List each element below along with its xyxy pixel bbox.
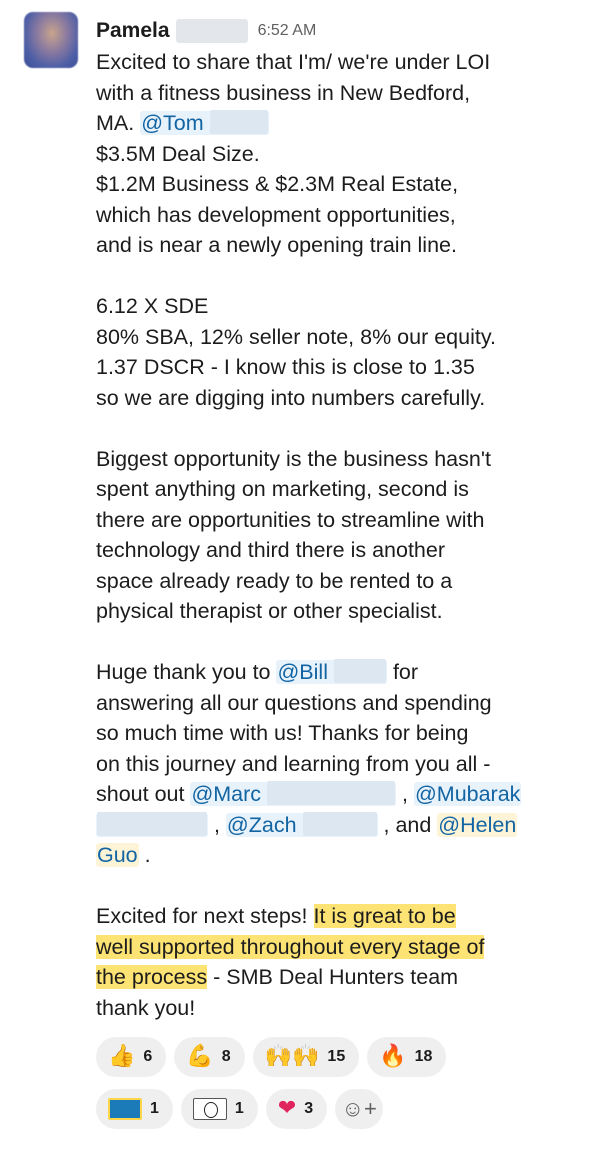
line-text: Huge thank you to bbox=[96, 660, 277, 684]
reaction-count: 3 bbox=[304, 1100, 314, 1117]
mention-tom[interactable]: @Tom bbox=[140, 110, 269, 135]
highlighted-text: well supported throughout every stage of bbox=[96, 934, 485, 959]
message-line: Biggest opportunity is the business hasn… bbox=[96, 446, 491, 471]
reaction-count: 6 bbox=[143, 1048, 153, 1065]
reaction-red-heart[interactable]: ❤ 3 bbox=[265, 1089, 328, 1129]
reaction-raised-hands[interactable]: 🙌🙌 15 bbox=[252, 1037, 360, 1077]
message-line: so we are digging into numbers carefully… bbox=[96, 385, 486, 410]
add-reaction-icon: ☺+ bbox=[341, 1096, 377, 1121]
message-line: 80% SBA, 12% seller note, 8% our equity. bbox=[96, 324, 496, 349]
line-text: , and bbox=[377, 812, 438, 837]
message-line: there are opportunities to streamline wi… bbox=[96, 507, 485, 532]
cartoon-sticker-icon bbox=[192, 1098, 227, 1120]
mention-label: @Marc bbox=[191, 782, 262, 806]
redacted-name bbox=[97, 811, 207, 836]
red-heart-icon: ❤ bbox=[277, 1096, 297, 1121]
mention-label: @Tom bbox=[141, 111, 204, 135]
mention-zach[interactable]: @Zach bbox=[225, 811, 378, 837]
message-line: Excited to share that I'm/ we're under L… bbox=[96, 50, 491, 74]
message-line: shout out @Marc , @Mubarak bbox=[96, 779, 576, 810]
timestamp[interactable]: 6:52 AM bbox=[258, 22, 317, 40]
reactions-bar: 👍 6 💪 8 🙌🙌 15 🔥 18 1 1 ❤ 3 ☺+ bbox=[96, 1037, 576, 1141]
message-line: 1.37 DSCR - I know this is close to 1.35 bbox=[96, 355, 475, 379]
message-line: Excited for next steps! It is great to b… bbox=[96, 901, 576, 932]
raised-hands-icon: 🙌🙌 bbox=[264, 1044, 320, 1069]
mention-mubarak-cont[interactable] bbox=[96, 811, 208, 837]
redacted-surname bbox=[175, 19, 248, 43]
redacted-name bbox=[209, 110, 268, 134]
flexed-biceps-icon: 💪 bbox=[186, 1044, 214, 1069]
message-line: , @Zach , and @Helen bbox=[96, 810, 576, 841]
message-line: which has development opportunities, bbox=[96, 202, 456, 227]
message-line: answering all our questions and spending bbox=[96, 690, 492, 715]
line-text: , bbox=[208, 812, 226, 837]
author-name[interactable]: Pamela bbox=[96, 19, 170, 43]
message-line: Guo . bbox=[96, 840, 576, 871]
mention-helen[interactable]: @Helen bbox=[437, 812, 518, 837]
highlighted-text: the process bbox=[96, 965, 208, 989]
reaction-thumbs-up[interactable]: 👍 6 bbox=[96, 1037, 167, 1077]
line-text: . bbox=[138, 843, 151, 867]
mention-marc[interactable]: @Marc bbox=[190, 781, 397, 806]
redacted-name bbox=[302, 811, 377, 836]
reaction-count: 18 bbox=[414, 1048, 433, 1065]
message-line: so much time with us! Thanks for being bbox=[96, 721, 469, 745]
redacted-name bbox=[267, 781, 396, 805]
line-text: - SMB Deal Hunters team bbox=[207, 965, 459, 989]
message-body: Excited to share that I'm/ we're under L… bbox=[96, 47, 576, 1023]
reactions-row: 1 1 ❤ 3 ☺+ bbox=[96, 1089, 576, 1129]
mention-helen-cont[interactable]: Guo bbox=[96, 843, 139, 867]
message-line: on this journey and learning from you al… bbox=[96, 751, 491, 776]
message-line: Huge thank you to @Bill for bbox=[96, 657, 576, 688]
highlighted-text: It is great to be bbox=[313, 904, 456, 928]
redacted-name bbox=[333, 659, 386, 683]
message-line: $1.2M Business & $2.3M Real Estate, bbox=[96, 172, 459, 196]
avatar[interactable] bbox=[24, 12, 78, 68]
mention-mubarak[interactable]: @Mubarak bbox=[413, 782, 522, 806]
reactions-row: 👍 6 💪 8 🙌🙌 15 🔥 18 bbox=[96, 1037, 576, 1077]
reaction-flexed-biceps[interactable]: 💪 8 bbox=[174, 1037, 245, 1077]
mention-label: @Zach bbox=[226, 812, 297, 837]
mention-label: @Bill bbox=[277, 660, 328, 684]
message-line: MA. @Tom bbox=[96, 108, 576, 139]
line-text: shout out bbox=[96, 782, 191, 806]
message-line: physical therapist or other specialist. bbox=[96, 599, 443, 623]
reaction-cartoon-sticker[interactable]: 1 bbox=[180, 1089, 258, 1129]
message-line: technology and third there is another bbox=[96, 538, 446, 562]
add-reaction-button[interactable]: ☺+ bbox=[335, 1089, 384, 1129]
reaction-count: 8 bbox=[221, 1048, 231, 1065]
line-text: , bbox=[396, 782, 414, 806]
line-text: for bbox=[386, 660, 419, 684]
thumbs-up-icon: 👍 bbox=[108, 1044, 136, 1069]
message-header: Pamela 6:52 AM bbox=[96, 16, 316, 46]
mention-bill[interactable]: @Bill bbox=[276, 659, 387, 684]
message-line: and is near a newly opening train line. bbox=[96, 233, 457, 257]
reaction-awesome-sticker[interactable]: 1 bbox=[96, 1089, 173, 1129]
message-line: space already ready to be rented to a bbox=[96, 568, 453, 593]
line-text: MA. bbox=[96, 111, 141, 135]
reaction-count: 1 bbox=[234, 1100, 244, 1117]
message-line: thank you! bbox=[96, 995, 196, 1020]
reaction-count: 15 bbox=[327, 1048, 346, 1065]
message-line: $3.5M Deal Size. bbox=[96, 141, 260, 166]
message-line: spent anything on marketing, second is bbox=[96, 477, 469, 501]
message-line: with a fitness business in New Bedford, bbox=[96, 80, 471, 105]
message-line: well supported throughout every stage of bbox=[96, 932, 576, 963]
message-line: 6.12 X SDE bbox=[96, 294, 209, 318]
reaction-fire[interactable]: 🔥 18 bbox=[367, 1037, 447, 1077]
fire-icon: 🔥 bbox=[379, 1044, 407, 1069]
reaction-count: 1 bbox=[150, 1100, 159, 1117]
awesome-sticker-icon bbox=[108, 1098, 142, 1120]
message-line: the process - SMB Deal Hunters team bbox=[96, 962, 576, 993]
line-text: Excited for next steps! bbox=[96, 904, 314, 928]
